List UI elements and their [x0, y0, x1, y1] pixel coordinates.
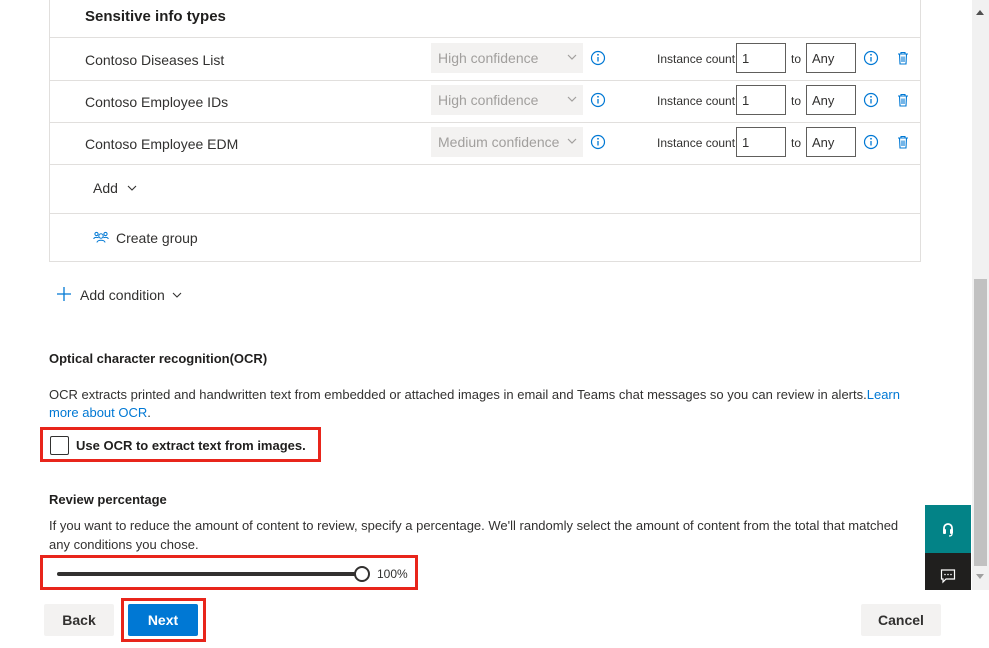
plus-icon [57, 287, 71, 301]
info-icon[interactable] [863, 134, 879, 150]
help-icon [943, 523, 953, 537]
review-percentage-slider[interactable] [57, 572, 361, 576]
instance-to-input[interactable]: Any [806, 43, 856, 73]
info-icon[interactable] [590, 92, 606, 108]
scroll-down-arrow[interactable] [976, 574, 984, 579]
sensitive-info-types-card: Sensitive info types Contoso Diseases Li… [49, 0, 921, 262]
ocr-section-title: Optical character recognition(OCR) [49, 351, 268, 366]
confidence-dropdown[interactable]: High confidence [431, 85, 583, 115]
ocr-description: OCR extracts printed and handwritten tex… [49, 386, 929, 422]
chevron-down-icon[interactable] [127, 183, 137, 193]
ocr-checkbox-label[interactable]: Use OCR to extract text from images. [76, 438, 306, 453]
sit-name: Contoso Employee EDM [85, 136, 239, 152]
trash-icon[interactable] [895, 50, 911, 66]
chevron-down-icon [567, 96, 577, 102]
to-label: to [791, 52, 802, 66]
create-group-row: Create group [50, 214, 920, 261]
to-label: to [791, 136, 802, 150]
to-label: to [791, 94, 802, 108]
instance-count-label: Instance count [657, 136, 736, 150]
slider-value: 100% [377, 567, 408, 581]
create-group-button[interactable]: Create group [116, 230, 198, 246]
chevron-down-icon [172, 292, 182, 298]
scroll-up-arrow[interactable] [976, 10, 984, 15]
instance-from-input[interactable]: 1 [736, 127, 786, 157]
chevron-down-icon [567, 138, 577, 144]
instance-to-input[interactable]: Any [806, 127, 856, 157]
info-icon[interactable] [863, 50, 879, 66]
instance-to-input[interactable]: Any [806, 85, 856, 115]
instance-count-label: Instance count [657, 52, 736, 66]
slider-thumb[interactable] [354, 566, 370, 582]
confidence-dropdown[interactable]: Medium confidence [431, 127, 583, 157]
instance-from-input[interactable]: 1 [736, 85, 786, 115]
ocr-description-period: . [147, 405, 151, 420]
confidence-value: High confidence [438, 50, 539, 66]
review-percentage-description: If you want to reduce the amount of cont… [49, 518, 899, 552]
trash-icon[interactable] [895, 92, 911, 108]
ocr-highlight-box: Use OCR to extract text from images. [40, 427, 321, 462]
confidence-value: Medium confidence [438, 134, 560, 150]
info-icon[interactable] [863, 92, 879, 108]
feedback-icon [940, 569, 956, 584]
add-button[interactable]: Add [93, 180, 118, 196]
help-button[interactable] [925, 505, 971, 553]
scrollbar-thumb[interactable] [974, 279, 987, 566]
confidence-value: High confidence [438, 92, 539, 108]
info-icon[interactable] [590, 50, 606, 66]
add-condition-label: Add condition [80, 287, 165, 303]
group-icon[interactable] [93, 230, 109, 246]
sit-row: Contoso Employee EDM Medium confidence I… [50, 122, 920, 165]
sensitive-info-types-header: Sensitive info types [85, 8, 226, 25]
sit-name: Contoso Employee IDs [85, 94, 229, 110]
main-content: Sensitive info types Contoso Diseases Li… [0, 0, 972, 590]
vertical-scrollbar[interactable] [972, 0, 989, 590]
ocr-description-text: OCR extracts printed and handwritten tex… [49, 387, 867, 402]
sit-name: Contoso Diseases List [85, 52, 225, 68]
add-row: Add [50, 165, 920, 214]
wizard-footer: Back Next Cancel [0, 590, 989, 648]
cancel-button[interactable]: Cancel [861, 604, 941, 636]
slider-highlight-box: 100% [40, 555, 418, 590]
trash-icon[interactable] [895, 134, 911, 150]
instance-count-label: Instance count [657, 94, 736, 108]
confidence-dropdown[interactable]: High confidence [431, 43, 583, 73]
back-button[interactable]: Back [44, 604, 114, 636]
ocr-checkbox[interactable] [50, 436, 69, 455]
review-percentage-title: Review percentage [49, 492, 167, 507]
next-button[interactable]: Next [128, 604, 198, 636]
chevron-down-icon [567, 54, 577, 60]
sit-row: Contoso Employee IDs High confidence Ins… [50, 80, 920, 123]
sit-row: Contoso Diseases List High confidence In… [50, 37, 920, 81]
instance-from-input[interactable]: 1 [736, 43, 786, 73]
info-icon[interactable] [590, 134, 606, 150]
